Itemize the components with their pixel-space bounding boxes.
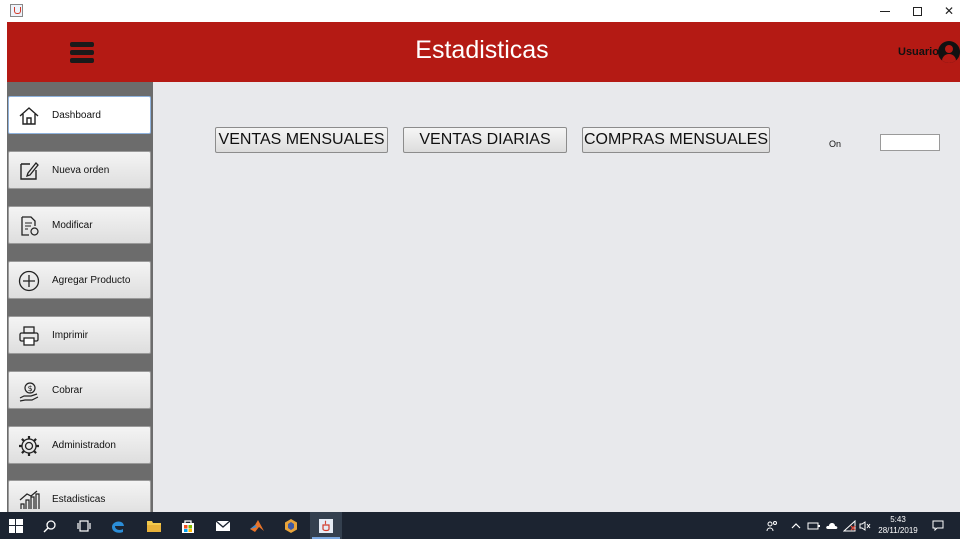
sidebar-item-cobrar[interactable]: $ Cobrar [8, 371, 151, 409]
user-avatar-icon[interactable] [938, 41, 960, 63]
sidebar-item-imprimir[interactable]: Imprimir [8, 316, 151, 354]
close-icon: ✕ [943, 4, 955, 18]
task-view-button[interactable] [68, 512, 100, 539]
taskbar-clock[interactable]: 5:43 28/11/2019 [874, 514, 922, 536]
clock-date: 28/11/2019 [878, 526, 918, 535]
hamburger-icon-bar [70, 42, 94, 47]
printer-icon [19, 326, 39, 346]
maximize-button[interactable] [900, 0, 934, 22]
sidebar-item-administradon[interactable]: Administradon [8, 426, 151, 464]
edge-icon [112, 521, 124, 533]
volume-muted-icon [859, 520, 871, 531]
minimize-icon [880, 10, 890, 12]
taskbar-app-matlab[interactable] [241, 512, 273, 539]
tray-people-button[interactable] [762, 512, 782, 539]
sidebar-item-dashboard[interactable]: Dashboard [8, 96, 151, 134]
gear-icon [19, 436, 39, 456]
ventas-diarias-button[interactable]: VENTAS DIARIAS [403, 127, 567, 153]
compras-mensuales-button[interactable]: COMPRAS MENSUALES [582, 127, 770, 153]
windows-taskbar: 5:43 28/11/2019 [0, 512, 960, 539]
window-titlebar[interactable]: ✕ [0, 0, 960, 22]
battery-icon [807, 522, 820, 529]
sidebar-item-label: Modificar [52, 220, 93, 231]
matlab-icon [250, 519, 264, 532]
sidebar-item-label: Imprimir [52, 330, 89, 341]
on-label: On [829, 139, 842, 149]
windows-start-icon [9, 518, 23, 533]
menu-toggle-button[interactable] [70, 42, 94, 63]
tray-battery-button[interactable] [805, 512, 823, 539]
wifi-off-icon [843, 519, 856, 531]
money-hand-icon: $ [19, 382, 39, 402]
sidebar-item-agregar-producto[interactable]: Agregar Producto [8, 261, 151, 299]
cloud-icon [826, 522, 838, 529]
page-title: Estadisticas [415, 36, 549, 64]
maximize-icon [912, 6, 922, 16]
java-icon [319, 518, 333, 533]
close-button[interactable]: ✕ [932, 0, 960, 22]
plus-circle-icon [18, 270, 40, 292]
taskbar-app-mail[interactable] [207, 512, 239, 539]
user-label[interactable]: Usuario [898, 46, 939, 58]
sidebar-item-label: Estadisticas [52, 494, 106, 505]
task-view-icon [77, 519, 91, 532]
tray-onedrive-button[interactable] [823, 512, 841, 539]
sidebar-item-modificar[interactable]: Modificar [8, 206, 151, 244]
sidebar: Dashboard Nueva orden Modificar Agregar … [7, 82, 153, 518]
search-button[interactable] [34, 512, 66, 539]
on-input[interactable] [880, 134, 940, 151]
sidebar-item-label: Dashboard [52, 110, 101, 121]
notification-icon [932, 520, 944, 531]
taskbar-app-explorer[interactable] [138, 512, 170, 539]
hamburger-icon-bar [70, 58, 94, 63]
edit-icon [20, 162, 39, 180]
mail-icon [215, 520, 231, 531]
home-icon [19, 107, 39, 125]
file-explorer-icon [147, 520, 161, 532]
search-icon [43, 519, 56, 532]
minimize-button[interactable] [868, 0, 902, 22]
app-window: ✕ Estadisticas Usuario Dashboard Nueva o… [0, 0, 960, 518]
taskbar-app-hexagon[interactable] [275, 512, 307, 539]
store-icon [182, 519, 194, 533]
chevron-up-icon [791, 522, 801, 528]
window-left-edge [0, 22, 7, 512]
tray-overflow-button[interactable] [788, 512, 804, 539]
start-button[interactable] [0, 512, 32, 539]
taskbar-app-store[interactable] [172, 512, 204, 539]
app-hexagon-icon [285, 518, 297, 533]
sidebar-item-label: Agregar Producto [52, 275, 131, 286]
document-refresh-icon [21, 216, 39, 236]
sidebar-item-nueva-orden[interactable]: Nueva orden [8, 151, 151, 189]
sidebar-item-label: Nueva orden [52, 165, 110, 176]
taskbar-app-java[interactable] [310, 512, 342, 539]
svg-text:$: $ [28, 384, 33, 393]
tray-volume-button[interactable] [857, 512, 873, 539]
sidebar-item-label: Cobrar [52, 385, 83, 396]
people-icon [766, 520, 777, 531]
taskbar-app-edge[interactable] [102, 512, 134, 539]
ventas-mensuales-button[interactable]: VENTAS MENSUALES [215, 127, 388, 153]
chart-icon [19, 490, 40, 509]
clock-time: 5:43 [890, 515, 906, 524]
sidebar-item-label: Administradon [52, 440, 116, 451]
java-icon [10, 4, 23, 17]
main-content: VENTAS MENSUALES VENTAS DIARIAS COMPRAS … [153, 82, 960, 512]
action-center-button[interactable] [928, 512, 948, 539]
hamburger-icon-bar [70, 50, 94, 55]
